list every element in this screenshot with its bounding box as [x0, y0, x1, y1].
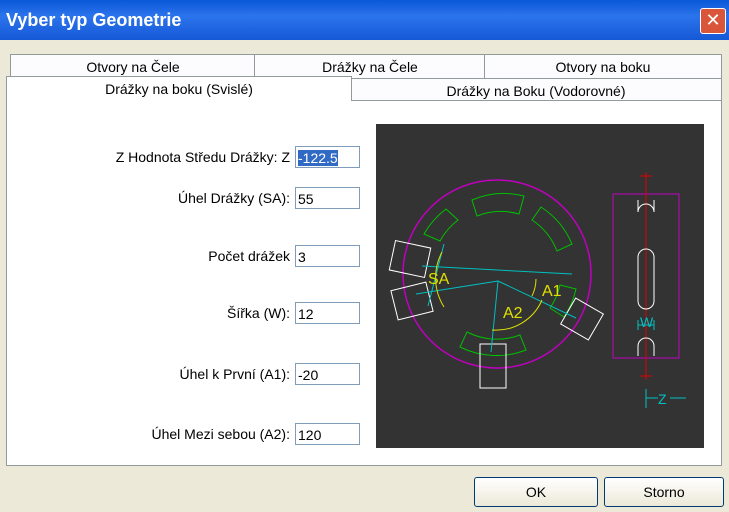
z-value: -122.5 — [298, 150, 338, 166]
sa-text: SA — [428, 271, 450, 288]
z-field[interactable]: -122.5 — [295, 146, 360, 168]
a1-arc — [531, 278, 537, 297]
slot-3 — [559, 297, 605, 341]
count-label: Počet drážek — [208, 248, 290, 264]
a1-field[interactable]: -20 — [295, 363, 360, 385]
cancel-button[interactable]: Storno — [604, 477, 724, 507]
sa-label: Úhel Drážky (SA): — [177, 190, 290, 206]
slot-line-3 — [490, 280, 499, 353]
sa-field[interactable]: 55 — [295, 187, 360, 209]
segment-2 — [471, 193, 525, 217]
count-field[interactable]: 3 — [295, 245, 360, 267]
title-bar: Vyber typ Geometrie ✕ — [0, 0, 729, 40]
a1-text: A1 — [542, 283, 562, 300]
ok-button[interactable]: OK — [474, 477, 598, 507]
a2-field[interactable]: 120 — [295, 423, 360, 445]
window-title: Vyber typ Geometrie — [6, 10, 182, 30]
tab-otvory-na-boku[interactable]: Otvory na boku — [484, 54, 722, 79]
segment-1 — [423, 208, 459, 242]
width-field[interactable]: 12 — [295, 302, 360, 324]
a2-label: Úhel Mezi sebou (A2): — [151, 426, 290, 442]
segment-3 — [531, 206, 573, 252]
z-label: Z Hodnota Středu Drážky: Z — [115, 149, 290, 165]
w-text: W — [640, 314, 654, 330]
slot-4 — [479, 343, 507, 389]
a1-label: Úhel k První (A1): — [179, 366, 290, 382]
geometry-preview: SA A1 A2 W Z — [376, 124, 704, 448]
slot-1 — [388, 239, 432, 279]
geometry-diagram: SA A1 A2 W Z — [388, 172, 686, 408]
z-text: Z — [658, 391, 667, 407]
width-label: Šířka (W): — [227, 305, 290, 321]
a2-text: A2 — [503, 305, 523, 322]
close-icon[interactable]: ✕ — [700, 8, 726, 34]
tab-drazky-na-boku-svisle[interactable]: Drážky na boku (Svislé) — [6, 76, 352, 101]
